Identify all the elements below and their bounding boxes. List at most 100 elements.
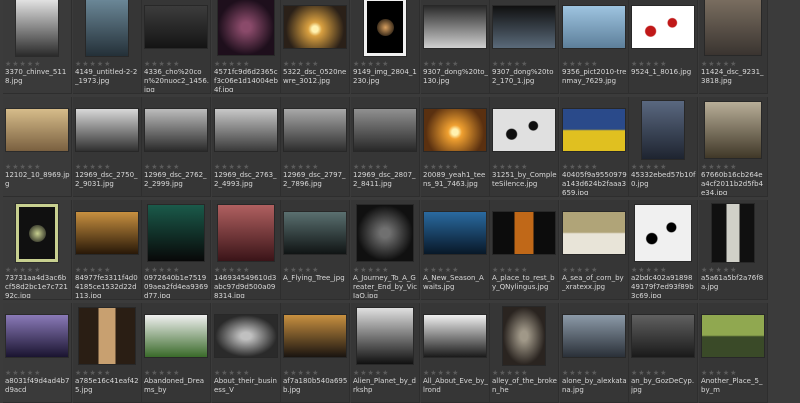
thumbnail-cell[interactable]: ★★★★★ 9524_1_8016.jpg	[629, 0, 698, 94]
thumbnail-image-box[interactable]	[562, 99, 626, 161]
thumbnail-image[interactable]	[16, 0, 58, 56]
thumbnail-cell[interactable]: ★★★★★ a8031f49d4ad4b7d9acd	[3, 303, 72, 403]
thumbnail-image-box[interactable]	[75, 0, 139, 58]
thumbnail-cell[interactable]: ★★★★★ A_place_to_rest_by_QNylingus.jpg	[490, 200, 559, 300]
thumbnail-image[interactable]	[424, 315, 486, 357]
thumbnail-image-box[interactable]	[144, 0, 208, 58]
thumbnail-image[interactable]	[563, 6, 625, 48]
thumbnail-cell[interactable]: ★★★★★ 0972640b1e751909aea2fd4ea9369d77.jp…	[142, 200, 211, 300]
thumbnail-cell[interactable]: ★★★★★ 9149_img_2804_1230.jpg	[351, 0, 420, 94]
thumbnail-image-box[interactable]	[423, 0, 487, 58]
thumbnail-image[interactable]	[284, 212, 346, 254]
thumbnail-image-box[interactable]	[283, 99, 347, 161]
thumbnail-image-box[interactable]	[492, 305, 556, 367]
thumbnail-cell[interactable]: ★★★★★ A_sea_of_corn_by_xratexx.jpg	[560, 200, 629, 300]
thumbnail-image-box[interactable]	[423, 99, 487, 161]
thumbnail-image[interactable]	[148, 205, 204, 261]
thumbnail-image[interactable]	[424, 212, 486, 254]
thumbnail-image[interactable]	[76, 109, 138, 151]
thumbnail-image-box[interactable]	[144, 99, 208, 161]
thumbnail-cell[interactable]: ★★★★★ alley_of_the_broken_he	[490, 303, 559, 403]
thumbnail-image[interactable]	[503, 307, 545, 365]
thumbnail-image-box[interactable]	[353, 99, 417, 161]
thumbnail-image[interactable]	[16, 204, 58, 262]
thumbnail-image-box[interactable]	[562, 0, 626, 58]
thumbnail-image-box[interactable]	[492, 0, 556, 58]
thumbnail-image-box[interactable]	[631, 202, 695, 264]
thumbnail-cell[interactable]: ★★★★★ 9307_dong%20to_130.jpg	[421, 0, 490, 94]
thumbnail-image[interactable]	[284, 315, 346, 357]
thumbnail-image[interactable]	[424, 109, 486, 151]
thumbnail-image[interactable]	[218, 0, 274, 55]
thumbnail-image-box[interactable]	[562, 202, 626, 264]
thumbnail-image-box[interactable]	[214, 305, 278, 367]
thumbnail-image[interactable]	[705, 102, 761, 158]
thumbnail-image-box[interactable]	[562, 305, 626, 367]
thumbnail-image-box[interactable]	[353, 305, 417, 367]
thumbnail-image-box[interactable]	[492, 99, 556, 161]
thumbnail-image-box[interactable]	[214, 0, 278, 58]
thumbnail-cell[interactable]: ★★★★★ 67660b16cb264ea4cf2011b2d5fb4e34.jp…	[699, 97, 768, 197]
thumbnail-cell[interactable]: ★★★★★ All_About_Eve_by_lrond	[421, 303, 490, 403]
thumbnail-image-box[interactable]	[701, 305, 765, 367]
thumbnail-image[interactable]	[493, 6, 555, 48]
thumbnail-cell[interactable]: ★★★★★ 12102_10_8969.jpg	[3, 97, 72, 197]
thumbnail-image[interactable]	[705, 0, 761, 55]
thumbnail-image[interactable]	[76, 212, 138, 254]
thumbnail-image[interactable]	[284, 6, 346, 48]
thumbnail-image[interactable]	[79, 308, 135, 364]
thumbnail-cell[interactable]: ★★★★★ Alien_Planet_by_drkshp	[351, 303, 420, 403]
thumbnail-image[interactable]	[145, 315, 207, 357]
thumbnail-image[interactable]	[702, 315, 764, 357]
thumbnail-image-box[interactable]	[353, 202, 417, 264]
thumbnail-image[interactable]	[563, 212, 625, 254]
thumbnail-cell[interactable]: ★★★★★ 4336_cho%20con%20nuoc2_1456.jpg	[142, 0, 211, 94]
thumbnail-image-box[interactable]	[631, 99, 695, 161]
thumbnail-cell[interactable]: ★★★★★ a2bdc402a9189849179f7ed93f89b3c69.j…	[629, 200, 698, 300]
thumbnail-cell[interactable]: ★★★★★ About_their_business_V	[212, 303, 281, 403]
thumbnail-image[interactable]	[563, 315, 625, 357]
thumbnail-image-box[interactable]	[631, 0, 695, 58]
thumbnail-image-box[interactable]	[283, 305, 347, 367]
thumbnail-cell[interactable]: ★★★★★ A_New_Season_Awaits.jpg	[421, 200, 490, 300]
thumbnail-cell[interactable]: ★★★★★ alone_by_alexkatana.jpg	[560, 303, 629, 403]
thumbnail-image[interactable]	[424, 6, 486, 48]
thumbnail-image[interactable]	[357, 205, 413, 261]
thumbnail-image-box[interactable]	[75, 202, 139, 264]
thumbnail-image[interactable]	[215, 109, 277, 151]
thumbnail-cell[interactable]: ★★★★★ 4149_untitled-2-2_1973.jpg	[73, 0, 142, 94]
thumbnail-cell[interactable]: ★★★★★ af7a180b540a695b.jpg	[281, 303, 350, 403]
thumbnail-cell[interactable]: ★★★★★ 20089_yeah1_teens_91_7463.jpg	[421, 97, 490, 197]
thumbnail-image-box[interactable]	[75, 99, 139, 161]
thumbnail-image[interactable]	[284, 109, 346, 151]
thumbnail-image[interactable]	[635, 205, 691, 261]
thumbnail-cell[interactable]: ★★★★★ a785e16c41eaf425.jpg	[73, 303, 142, 403]
thumbnail-image-box[interactable]	[423, 202, 487, 264]
thumbnail-cell[interactable]: ★★★★★ 12969_dsc_2797_2_7896.jpg	[281, 97, 350, 197]
thumbnail-image-box[interactable]	[144, 305, 208, 367]
thumbnail-image[interactable]	[6, 315, 68, 357]
thumbnail-image-box[interactable]	[214, 202, 278, 264]
thumbnail-image[interactable]	[563, 109, 625, 151]
thumbnail-image[interactable]	[632, 315, 694, 357]
thumbnail-image-box[interactable]	[283, 0, 347, 58]
thumbnail-image[interactable]	[493, 212, 555, 254]
thumbnail-image[interactable]	[364, 0, 406, 56]
thumbnail-cell[interactable]: ★★★★★ 12969_dsc_2807_2_8411.jpg	[351, 97, 420, 197]
thumbnail-cell[interactable]: ★★★★★ 31251_by_CompleteSilence.jpg	[490, 97, 559, 197]
thumbnail-cell[interactable]: ★★★★★ 5322_dsc_0520newre_3012.jpg	[281, 0, 350, 94]
thumbnail-cell[interactable]: ★★★★★ an_by_GozDeCyp.jpg	[629, 303, 698, 403]
thumbnail-image-box[interactable]	[423, 305, 487, 367]
thumbnail-image[interactable]	[215, 315, 277, 357]
thumbnail-image-box[interactable]	[75, 305, 139, 367]
thumbnail-cell[interactable]: ★★★★★ Another_Place_5_by_m	[699, 303, 768, 403]
thumbnail-cell[interactable]: ★★★★★ 9307_dong%20to2_170_1.jpg	[490, 0, 559, 94]
thumbnail-cell[interactable]: ★★★★★ 12969_dsc_2762_2_2999.jpg	[142, 97, 211, 197]
thumbnail-cell[interactable]: ★★★★★ Abandoned_Dreams_by	[142, 303, 211, 403]
thumbnail-image-box[interactable]	[5, 99, 69, 161]
thumbnail-cell[interactable]: ★★★★★ 4571fc9d6d2365cf3c06e1d14004eb4f.jp…	[212, 0, 281, 94]
thumbnail-image[interactable]	[218, 205, 274, 261]
thumbnail-cell[interactable]: ★★★★★ 3370_chinve_5118.jpg	[3, 0, 72, 94]
thumbnail-image-box[interactable]	[631, 305, 695, 367]
thumbnail-image[interactable]	[357, 308, 413, 364]
